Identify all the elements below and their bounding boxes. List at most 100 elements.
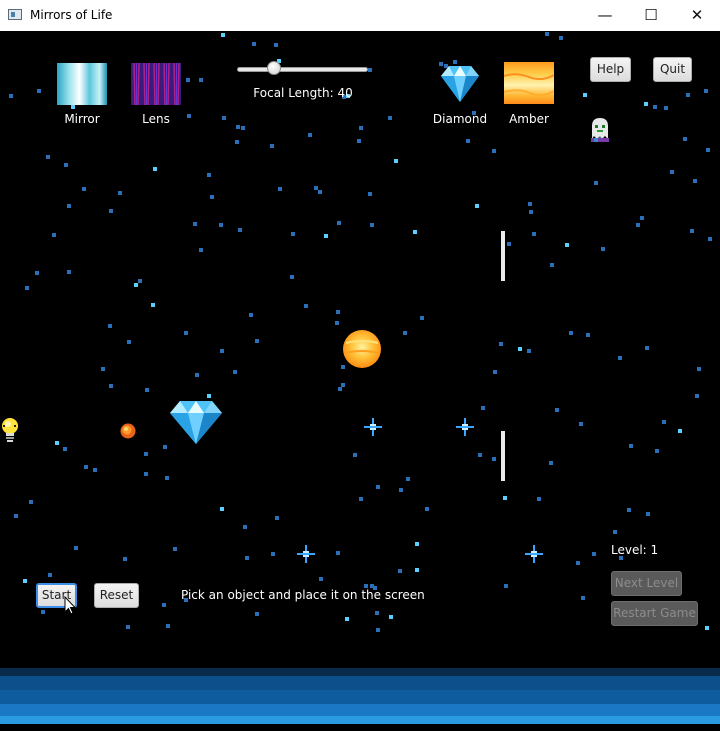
star (238, 228, 242, 232)
star (359, 497, 363, 501)
minimize-button[interactable]: — (582, 0, 628, 31)
star (636, 223, 640, 227)
star (151, 303, 155, 307)
star (324, 234, 328, 238)
star (475, 204, 479, 208)
star (207, 394, 211, 398)
star (14, 514, 18, 518)
sparkle-icon (525, 545, 543, 563)
mirror-upper[interactable] (501, 231, 505, 281)
star (545, 32, 549, 36)
star (221, 33, 225, 37)
star (153, 167, 157, 171)
star (376, 485, 380, 489)
star (93, 468, 97, 472)
star (74, 546, 78, 550)
star (576, 561, 580, 565)
restart-game-button[interactable]: Restart Game (611, 601, 698, 626)
level-label: Level: 1 (611, 543, 659, 557)
star (549, 461, 553, 465)
star (655, 449, 659, 453)
water-band (0, 668, 720, 676)
star (376, 628, 380, 632)
star (243, 525, 247, 529)
star (71, 105, 75, 109)
star (67, 270, 71, 274)
mirror-lower[interactable] (501, 431, 505, 481)
star (249, 313, 253, 317)
star (415, 568, 419, 572)
star (165, 476, 169, 480)
star (559, 36, 563, 40)
star (644, 102, 648, 106)
star (503, 496, 507, 500)
mirror-label: Mirror (64, 112, 100, 126)
star (166, 624, 170, 628)
star (108, 324, 112, 328)
star (335, 321, 339, 325)
star (705, 626, 709, 630)
star (220, 349, 224, 353)
star (193, 222, 197, 226)
star (23, 579, 27, 583)
star (695, 394, 699, 398)
star (466, 139, 470, 143)
star (527, 349, 531, 353)
star (338, 387, 342, 391)
star (187, 114, 191, 118)
focal-length-slider[interactable] (237, 67, 368, 72)
game-canvas[interactable]: Mirror Lens Focal Length: 40 Diamond Amb… (0, 31, 720, 731)
star (359, 126, 363, 130)
close-button[interactable]: ✕ (674, 0, 720, 31)
star (55, 441, 59, 445)
star (37, 89, 41, 93)
star (645, 346, 649, 350)
star (555, 408, 559, 412)
water-band (0, 704, 720, 716)
star (109, 384, 113, 388)
star (101, 367, 105, 371)
star (199, 78, 203, 82)
mirror-tile-icon[interactable] (57, 63, 107, 105)
star (64, 163, 68, 167)
star (345, 617, 349, 621)
maximize-button[interactable]: ☐ (628, 0, 674, 31)
star (210, 195, 214, 199)
focal-length-label: Focal Length: 40 (253, 86, 353, 100)
diamond-icon[interactable] (168, 399, 224, 445)
diamond-label: Diamond (432, 112, 488, 126)
star (708, 237, 712, 241)
lens-tile-icon[interactable] (131, 62, 181, 106)
star (504, 584, 508, 588)
star (493, 370, 497, 374)
star (697, 367, 701, 371)
reset-button[interactable]: Reset (94, 583, 139, 608)
star (220, 507, 224, 511)
next-level-button[interactable]: Next Level (611, 571, 682, 596)
focal-length-slider-thumb[interactable] (267, 61, 282, 75)
star (398, 569, 402, 573)
amber-tile-icon[interactable] (503, 62, 555, 104)
star (207, 173, 211, 177)
star (318, 190, 322, 194)
quit-button[interactable]: Quit (653, 57, 692, 82)
star (594, 181, 598, 185)
star (581, 596, 585, 600)
title-bar: Mirrors of Life — ☐ ✕ (0, 0, 720, 32)
star (270, 144, 274, 148)
star (199, 248, 203, 252)
amber-label: Amber (509, 112, 549, 126)
star (388, 116, 392, 120)
star (492, 149, 496, 153)
star (399, 488, 403, 492)
star (233, 370, 237, 374)
lightbulb-icon (0, 417, 20, 445)
star (528, 202, 532, 206)
star (653, 105, 657, 109)
diamond-tile-icon[interactable] (435, 63, 485, 105)
ghost-icon (589, 117, 611, 143)
help-button[interactable]: Help (590, 57, 631, 82)
star (664, 106, 668, 110)
star (353, 453, 357, 457)
star (126, 625, 130, 629)
